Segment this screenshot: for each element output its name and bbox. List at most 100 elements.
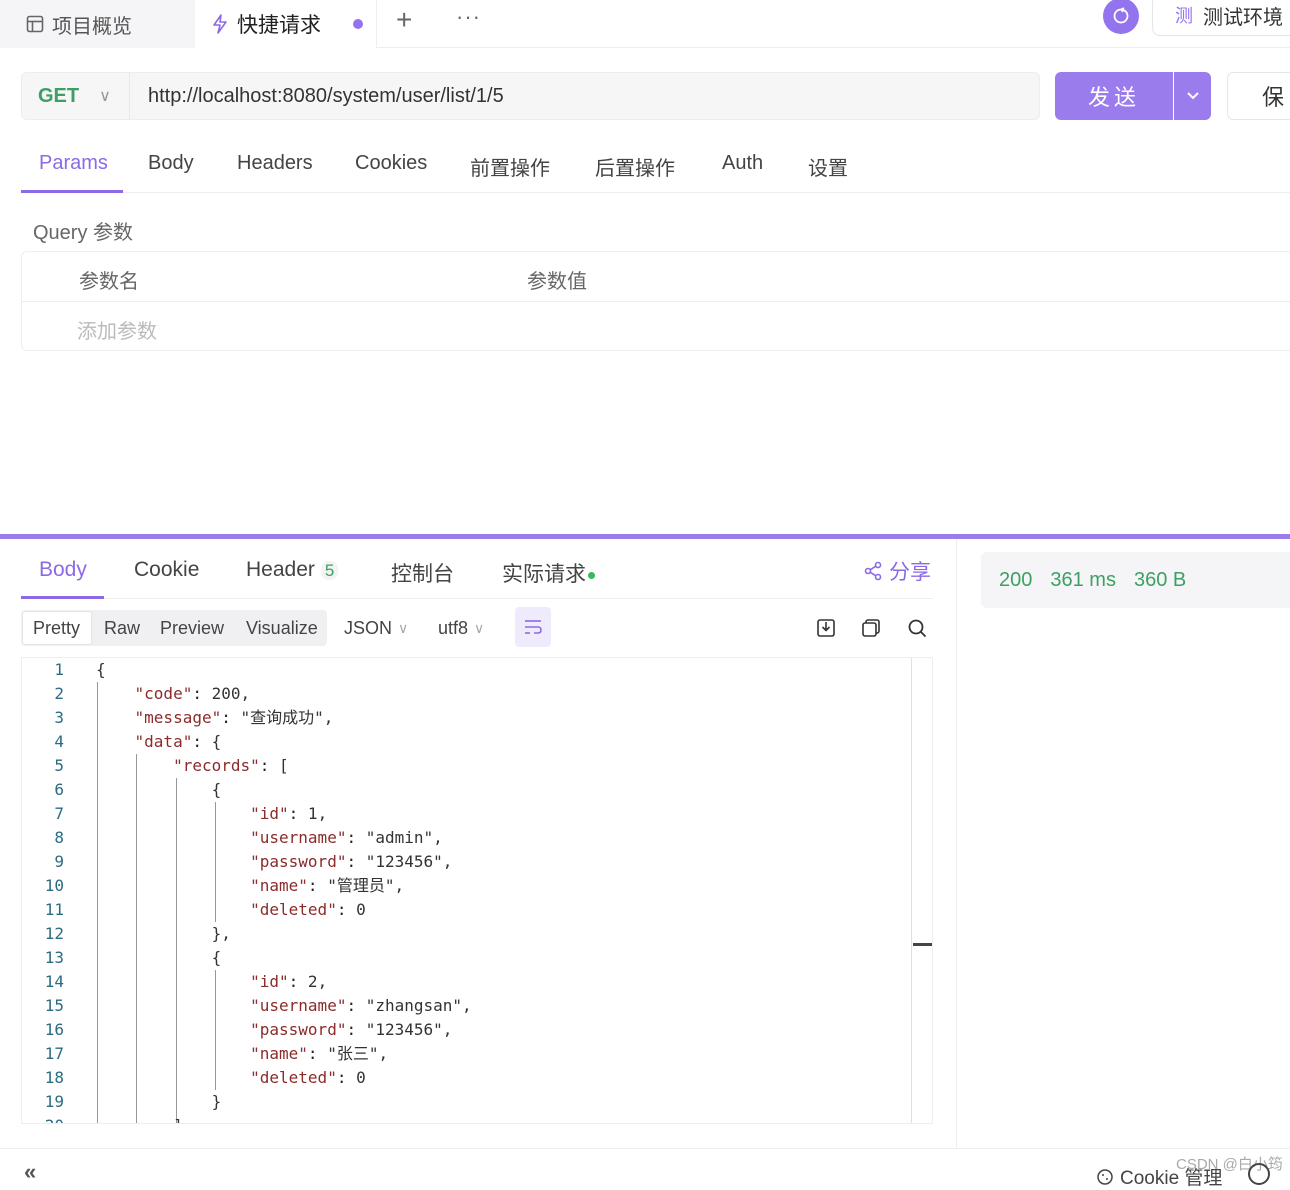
code-text: } <box>96 1092 222 1111</box>
tab-post-operations[interactable]: 后置操作 <box>595 152 675 181</box>
env-label: 测试环境 <box>1203 6 1283 29</box>
params-table: 参数名 参数值 添加参数 <box>21 251 1290 351</box>
code-text: "deleted": 0 <box>250 1068 366 1087</box>
mode-preview[interactable]: Preview <box>160 618 224 639</box>
code-text: { <box>96 660 106 679</box>
code-line: 14 "id": 2, <box>22 970 932 994</box>
add-param-input[interactable]: 添加参数 <box>77 315 157 344</box>
share-label: 分享 <box>889 561 931 584</box>
line-number: 3 <box>54 708 64 727</box>
tab-quick-request-label: 快捷请求 <box>237 14 321 37</box>
send-options-button[interactable] <box>1174 72 1211 120</box>
tab-headers[interactable]: Headers <box>237 152 313 175</box>
lightning-icon <box>213 14 227 34</box>
tab-cookies[interactable]: Cookies <box>355 152 427 175</box>
resp-tab-header[interactable]: Header 5 <box>246 558 339 582</box>
response-body-viewer[interactable]: 1{2 "code": 200, 3 "message": "查询成功", 4 "d… <box>21 657 933 1124</box>
code-line: 9 "password": "123456", <box>22 850 932 874</box>
code-line: 20 ] <box>22 1114 932 1123</box>
response-status-bar: 200 361 ms 360 B <box>981 552 1290 608</box>
code-line: 12 }, <box>22 922 932 946</box>
line-number: 12 <box>44 924 64 943</box>
response-tabs: Body Cookie Header 5 控制台 实际请求 <box>21 545 933 599</box>
tab-pre-operations[interactable]: 前置操作 <box>470 152 550 181</box>
code-line: 16 "password": "123456", <box>22 1018 932 1042</box>
code-line: 4 "data": { <box>22 730 932 754</box>
sync-icon <box>1113 7 1129 24</box>
resp-tab-console[interactable]: 控制台 <box>391 558 454 588</box>
wrap-icon <box>525 620 542 634</box>
download-icon[interactable] <box>815 617 837 639</box>
sync-button[interactable] <box>1103 0 1139 34</box>
line-number: 10 <box>44 876 64 895</box>
line-number: 4 <box>54 732 64 751</box>
code-text: "password": "123456", <box>250 1020 453 1039</box>
param-value-header: 参数值 <box>527 271 587 293</box>
resp-tab-body[interactable]: Body <box>39 558 87 582</box>
code-text: ] <box>96 1114 183 1123</box>
code-text: "password": "123456", <box>250 852 453 871</box>
format-select[interactable]: JSON ∨ <box>344 618 408 639</box>
tab-quick-request[interactable]: 快捷请求 <box>195 0 377 48</box>
layout-icon <box>26 15 44 33</box>
tab-params[interactable]: Params <box>39 152 108 175</box>
send-button[interactable]: 发送 <box>1055 72 1173 120</box>
params-table-header: 参数名 参数值 <box>22 252 1290 302</box>
url-bar: GET ∨ http://localhost:8080/system/user/… <box>21 72 1040 120</box>
mode-pretty[interactable]: Pretty <box>33 618 80 639</box>
mode-raw[interactable]: Raw <box>104 618 140 639</box>
unsaved-dot <box>353 19 363 29</box>
save-button[interactable]: 保 <box>1227 72 1290 120</box>
word-wrap-button[interactable] <box>515 607 551 647</box>
code-line: 19 } <box>22 1090 932 1114</box>
resp-tab-actual-request[interactable]: 实际请求 <box>502 558 595 588</box>
code-text: "data": { <box>134 732 222 751</box>
more-tabs-icon[interactable]: ··· <box>456 4 481 30</box>
mode-visualize[interactable]: Visualize <box>246 618 318 639</box>
chevron-down-icon <box>1186 92 1199 100</box>
environment-select[interactable]: 测 测试环境 <box>1152 0 1290 36</box>
code-line: 17 "name": "张三", <box>22 1042 932 1066</box>
top-tab-bar: 项目概览 快捷请求 + ··· 测 测试环境 <box>0 0 1290 48</box>
tab-project-overview[interactable]: 项目概览 <box>0 0 195 48</box>
code-text: { <box>96 948 222 967</box>
view-mode-segment: Pretty Raw Preview Visualize <box>21 610 327 646</box>
line-number: 7 <box>54 804 64 823</box>
code-text: "username": "admin", <box>250 828 443 847</box>
chevron-down-icon: ∨ <box>474 620 485 636</box>
collapse-sidebar-icon[interactable]: « <box>24 1159 36 1185</box>
url-input[interactable]: http://localhost:8080/system/user/list/1… <box>148 85 504 108</box>
code-line: 3 "message": "查询成功", <box>22 706 932 730</box>
code-line: 7 "id": 1, <box>22 802 932 826</box>
code-text: "records": [ <box>173 756 289 775</box>
line-number: 2 <box>54 684 64 703</box>
code-text: }, <box>96 924 231 943</box>
search-icon[interactable] <box>906 617 928 639</box>
tab-settings[interactable]: 设置 <box>808 152 848 181</box>
line-number: 16 <box>44 1020 64 1039</box>
tab-auth[interactable]: Auth <box>722 152 763 175</box>
line-number: 17 <box>44 1044 64 1063</box>
encoding-select[interactable]: utf8 ∨ <box>438 618 484 639</box>
resp-tab-cookie[interactable]: Cookie <box>134 558 199 582</box>
code-text: "name": "管理员", <box>250 876 405 895</box>
line-number: 5 <box>54 756 64 775</box>
env-badge: 测 <box>1175 6 1193 26</box>
share-button[interactable]: 分享 <box>863 556 931 586</box>
resp-tab-actual-label: 实际请求 <box>502 563 586 586</box>
copy-icon[interactable] <box>860 617 882 639</box>
share-icon <box>864 561 882 581</box>
active-tab-indicator <box>21 190 123 193</box>
method-select[interactable]: GET ∨ <box>22 73 130 119</box>
help-icon[interactable] <box>1248 1163 1270 1185</box>
footer-bar: « Cookie 管理 CSDN @白小筠 <box>0 1148 1290 1189</box>
tab-body[interactable]: Body <box>148 152 194 175</box>
code-text: "code": 200, <box>134 684 251 703</box>
code-line: 2 "code": 200, <box>22 682 932 706</box>
active-resp-tab-indicator <box>21 596 104 599</box>
chevron-down-icon: ∨ <box>398 620 409 636</box>
code-text: "message": "查询成功", <box>134 708 334 727</box>
code-line: 8 "username": "admin", <box>22 826 932 850</box>
line-number: 20 <box>22 1114 64 1123</box>
add-tab-icon[interactable]: + <box>396 4 412 36</box>
